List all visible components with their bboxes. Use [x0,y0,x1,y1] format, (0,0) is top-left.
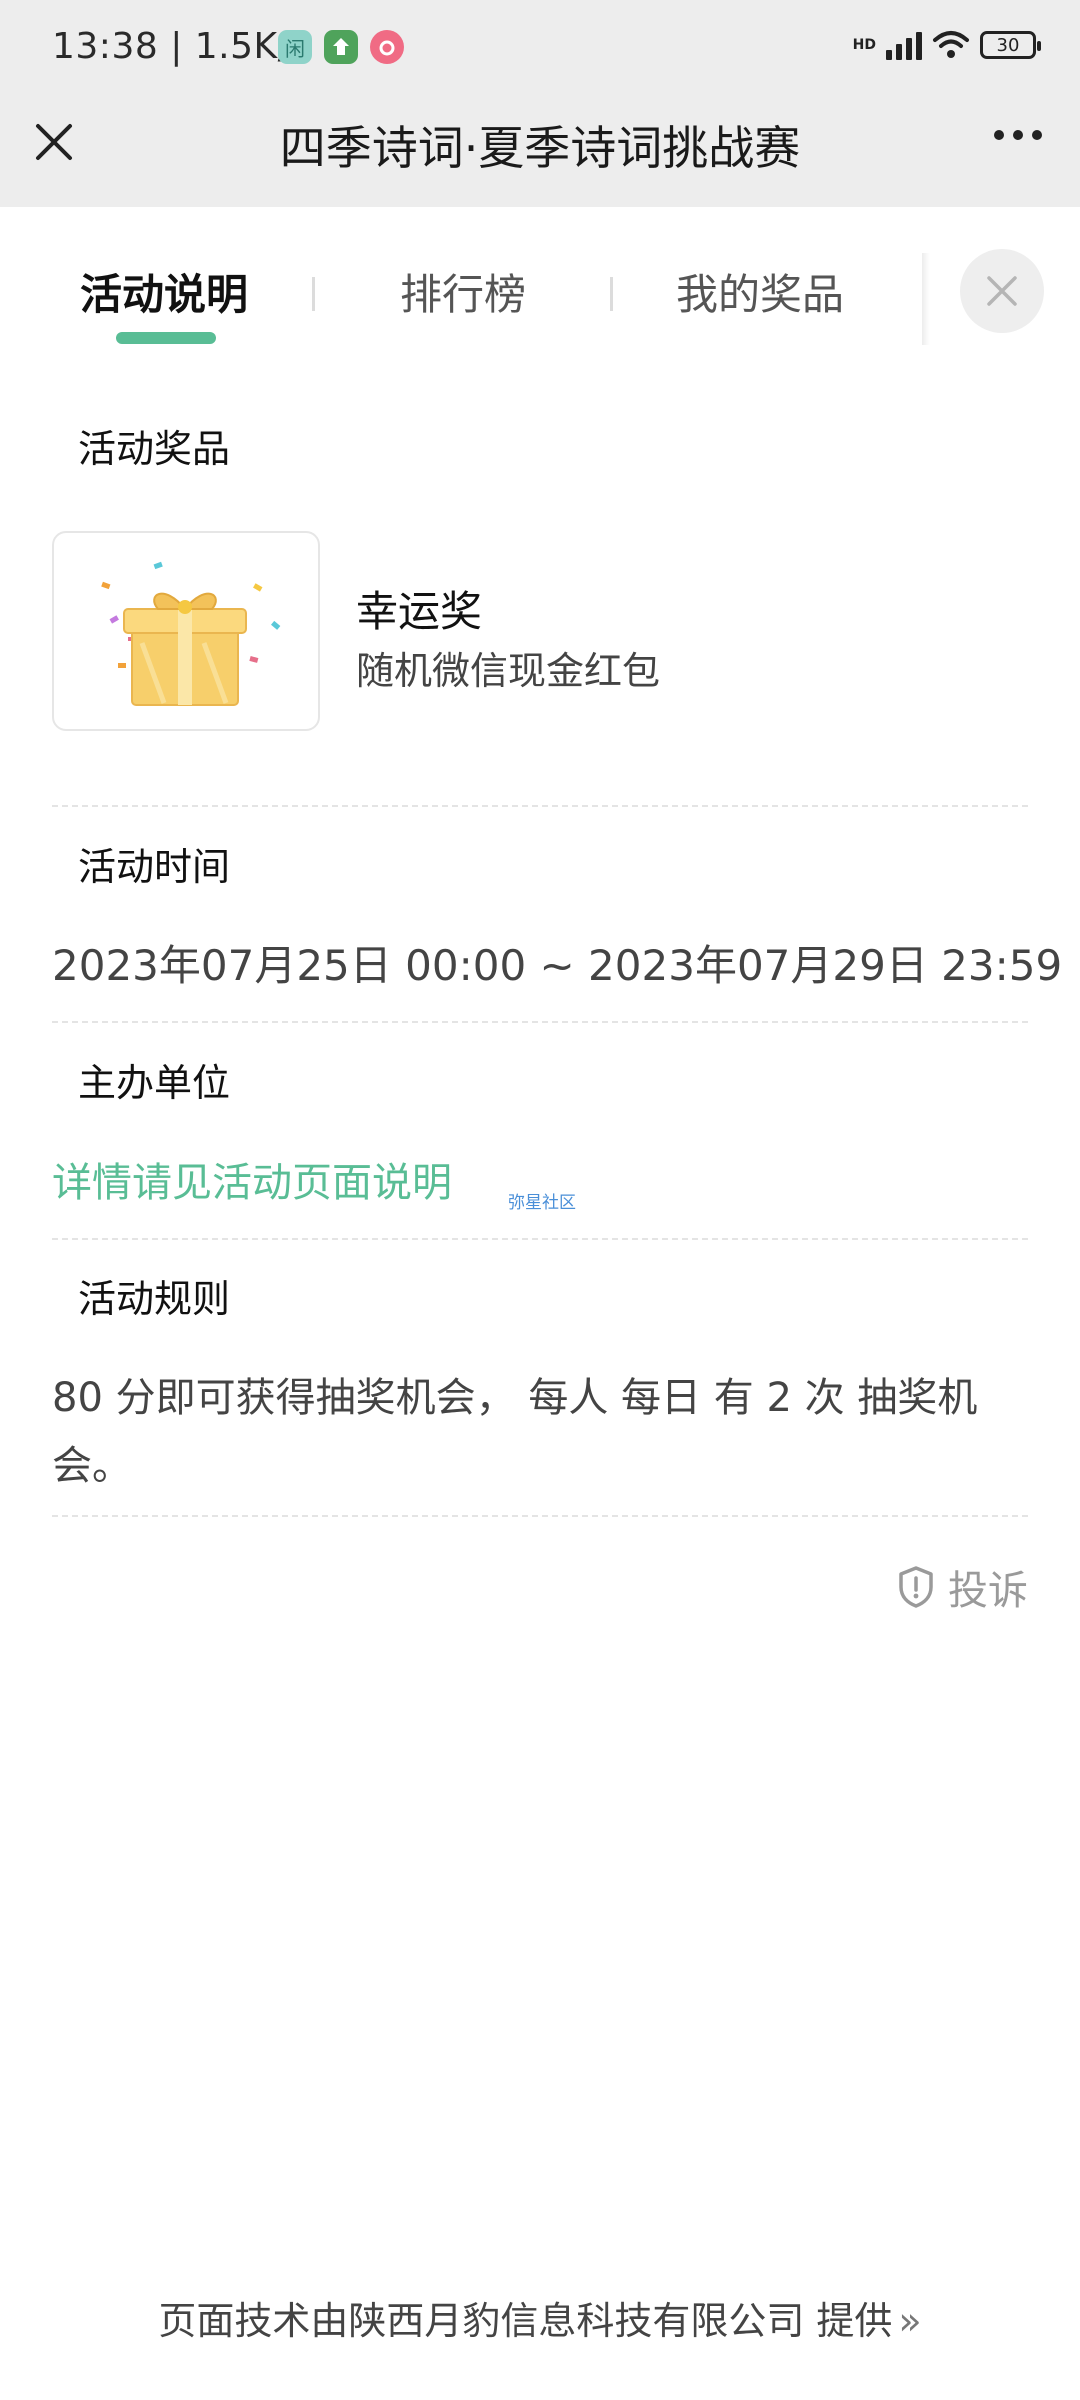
tab-close-button[interactable] [960,249,1044,333]
section-title-rules: 活动规则 [60,1268,249,1330]
active-tab-indicator [116,332,216,344]
prize-image [52,531,320,731]
footer-label: 页面技术由陕西月豹信息科技有限公司 提供 [158,2299,893,2343]
organizer-details-link[interactable]: 详情请见活动页面说明 [52,1150,452,1208]
activity-time-value: 2023年07月25日 00:00 ~ 2023年07月29日 23:59 [52,941,1063,990]
tab-bar: 活动说明 排行榜 我的奖品 [0,207,1080,357]
double-chevron-right-icon: » [898,2299,922,2343]
gift-icon [101,561,281,706]
top-bar: 13:38 | 1.5K/s 闲 HD 30 四季诗词·夏季诗词挑战赛 [0,0,1080,207]
page-title: 四季诗词·夏季诗词挑战赛 [279,121,801,175]
section-divider [52,1515,1028,1517]
section-title-organizer: 主办单位 [60,1052,249,1114]
tab-activity-info[interactable]: 活动说明 [80,261,248,322]
prize-name: 幸运奖 [356,587,483,636]
tab-separator [312,277,315,311]
hd-label: HD [852,37,876,53]
tab-edge-shadow [922,253,930,345]
wifi-icon [933,31,969,58]
xian-app-icon: 闲 [278,30,312,64]
signal-icon [886,30,922,60]
status-right: HD 30 [852,30,1041,60]
section-divider [52,805,1028,807]
section-divider [52,1238,1028,1240]
complain-label: 投诉 [948,1568,1028,1614]
footer-provider[interactable]: 页面技术由陕西月豹信息科技有限公司 提供» [0,2290,1080,2345]
music-app-icon [370,30,404,64]
battery-icon: 30 [980,31,1041,59]
prize-description: 随机微信现金红包 [356,649,661,693]
shield-alert-icon [899,1566,933,1608]
section-title-time: 活动时间 [60,836,249,898]
watermark-text: 弥星社区 [508,1193,576,1213]
section-divider [52,1021,1028,1023]
tab-separator [610,277,613,311]
more-options-icon[interactable] [994,130,1042,140]
tab-my-prizes[interactable]: 我的奖品 [676,261,844,322]
status-time: 13:38 | 1.5K/s [52,26,310,67]
complain-button[interactable]: 投诉 [896,1558,1028,1616]
status-app-icons: 闲 [278,30,404,64]
game-app-icon [324,30,358,64]
activity-rules-text: 80 分即可获得抽奖机会， 每人 每日 有 2 次 抽奖机会。 [52,1375,978,1489]
close-icon [987,276,1017,306]
tab-leaderboard[interactable]: 排行榜 [400,261,526,322]
section-title-prize: 活动奖品 [60,418,249,480]
